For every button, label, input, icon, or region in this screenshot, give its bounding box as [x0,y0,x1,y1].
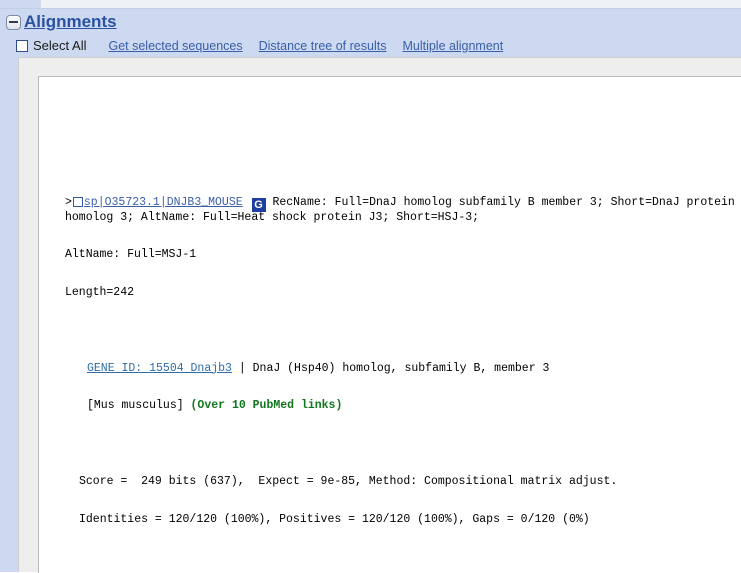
g-badge-icon[interactable]: G [251,197,266,212]
multiple-alignment-link[interactable]: Multiple alignment [402,39,503,53]
organism-row: [Mus musculus] (Over 10 PubMed links) [87,400,741,413]
gt-marker: > [65,195,72,209]
page-title[interactable]: Alignments [24,12,117,32]
alignments-page: Alignments Select All Get selected seque… [0,0,741,573]
gene-info-row: GENE ID: 15504 Dnajb3 | DnaJ (Hsp40) hom… [87,361,741,376]
organism-name: [Mus musculus] [87,399,184,413]
alignments-section-header: Alignments [6,12,117,32]
gene-description: | DnaJ (Hsp40) homolog, subfamily B, mem… [238,361,550,375]
distance-tree-of-results-link[interactable]: Distance tree of results [259,39,387,53]
top-divider-inner [40,0,741,8]
accession-link[interactable]: sp|O35723.1|DNJB3_MOUSE [84,196,243,209]
select-all-checkbox[interactable] [16,39,28,52]
gene-id-link[interactable]: GENE ID: 15504 Dnajb3 [87,362,232,375]
get-selected-sequences-link[interactable]: Get selected sequences [108,39,242,53]
hit-length: Length=242 [65,286,135,300]
toolbar-links: Get selected sequences Distance tree of … [108,39,503,53]
alignments-list: > sp|O35723.1|DNJB3_MOUSE G RecName: Full… [65,121,741,573]
hit-select-checkbox[interactable] [72,197,83,208]
score-line: Score = 249 bits (637), Expect = 9e-85, … [79,475,618,489]
minus-box-icon[interactable] [6,14,21,30]
alignment-hit: > sp|O35723.1|DNJB3_MOUSE G RecName: Full… [65,171,741,573]
results-panel: > sp|O35723.1|DNJB3_MOUSE G RecName: Full… [38,76,741,573]
top-divider-strip [0,0,741,9]
minus-bar [9,21,18,23]
hit-defline-row: > sp|O35723.1|DNJB3_MOUSE G RecName: Full… [65,195,741,225]
pubmed-links-label[interactable]: (Over 10 PubMed links) [191,399,343,413]
hit-description-cont: AltName: Full=MSJ-1 [65,248,197,262]
alignments-toolbar: Select All Get selected sequences Distan… [16,38,503,53]
select-all-control: Select All [16,38,86,53]
identities-line: Identities = 120/120 (100%), Positives =… [79,512,590,526]
select-all-label: Select All [33,38,87,53]
results-panel-frame: > sp|O35723.1|DNJB3_MOUSE G RecName: Full… [18,57,741,573]
